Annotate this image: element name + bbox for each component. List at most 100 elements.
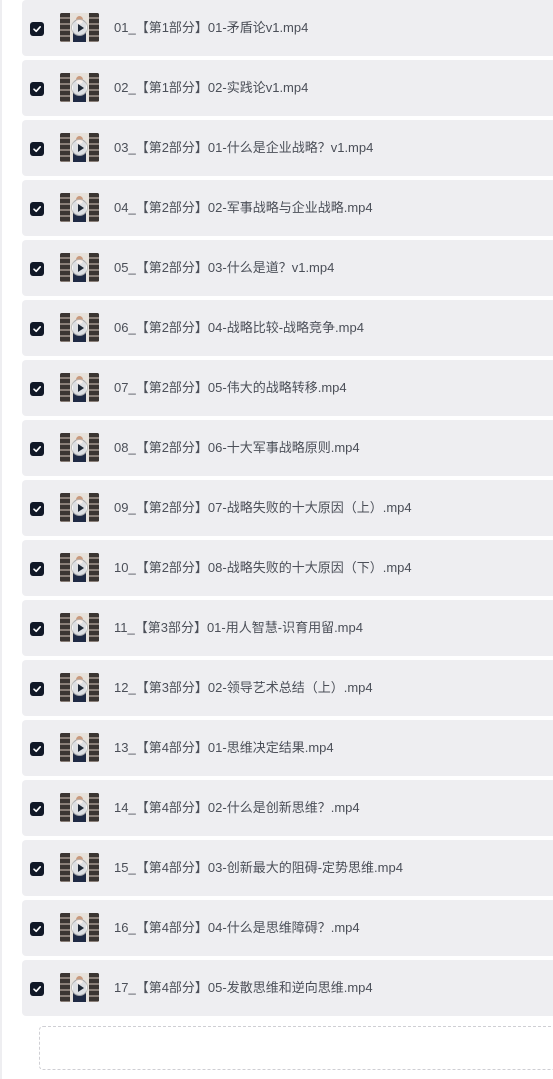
play-icon: [71, 619, 88, 636]
play-icon: [71, 139, 88, 156]
file-row[interactable]: 11_【第3部分】01-用人智慧-识育用留.mp4: [22, 600, 553, 656]
file-name: 14_【第4部分】02-什么是创新思维？.mp4: [114, 800, 360, 815]
file-name: 15_【第4部分】03-创新最大的阻碍-定势思维.mp4: [114, 860, 403, 875]
file-row[interactable]: 02_【第1部分】02-实践论v1.mp4: [22, 60, 553, 116]
play-icon: [71, 19, 88, 36]
checkmark-icon: [33, 326, 41, 333]
file-row[interactable]: 03_【第2部分】01-什么是企业战略？v1.mp4: [22, 120, 553, 176]
play-icon: [71, 919, 88, 936]
file-checkbox[interactable]: [30, 802, 44, 816]
file-name: 06_【第2部分】04-战略比较-战略竞争.mp4: [114, 320, 364, 335]
file-name: 04_【第2部分】02-军事战略与企业战略.mp4: [114, 200, 373, 215]
file-name: 01_【第1部分】01-矛盾论v1.mp4: [114, 20, 309, 35]
video-thumbnail-icon[interactable]: [60, 253, 99, 282]
play-icon: [71, 319, 88, 336]
file-name: 17_【第4部分】05-发散思维和逆向思维.mp4: [114, 980, 373, 995]
video-thumbnail-icon[interactable]: [60, 373, 99, 402]
play-icon: [71, 79, 88, 96]
checkmark-icon: [33, 926, 41, 933]
checkmark-icon: [33, 86, 41, 93]
video-thumbnail-icon[interactable]: [60, 793, 99, 822]
checkmark-icon: [33, 386, 41, 393]
file-row[interactable]: 05_【第2部分】03-什么是道？v1.mp4: [22, 240, 553, 296]
checkmark-icon: [33, 446, 41, 453]
file-checkbox[interactable]: [30, 562, 44, 576]
file-row[interactable]: 13_【第4部分】01-思维决定结果.mp4: [22, 720, 553, 776]
file-name: 11_【第3部分】01-用人智慧-识育用留.mp4: [114, 620, 363, 635]
checkmark-icon: [33, 206, 41, 213]
file-row[interactable]: 04_【第2部分】02-军事战略与企业战略.mp4: [22, 180, 553, 236]
checkmark-icon: [33, 626, 41, 633]
checkmark-icon: [33, 686, 41, 693]
checkmark-icon: [33, 986, 41, 993]
play-icon: [71, 199, 88, 216]
file-checkbox[interactable]: [30, 682, 44, 696]
file-row[interactable]: 14_【第4部分】02-什么是创新思维？.mp4: [22, 780, 553, 836]
file-row[interactable]: 10_【第2部分】08-战略失败的十大原因（下）.mp4: [22, 540, 553, 596]
file-checkbox[interactable]: [30, 322, 44, 336]
video-thumbnail-icon[interactable]: [60, 493, 99, 522]
file-checkbox[interactable]: [30, 502, 44, 516]
file-row[interactable]: 16_【第4部分】04-什么是思维障碍？.mp4: [22, 900, 553, 956]
file-name: 07_【第2部分】05-伟大的战略转移.mp4: [114, 380, 347, 395]
video-thumbnail-icon[interactable]: [60, 313, 99, 342]
file-name: 13_【第4部分】01-思维决定结果.mp4: [114, 740, 334, 755]
file-list: 01_【第1部分】01-矛盾论v1.mp4 02_【第1部分】02-实践论v1.m…: [22, 0, 553, 1020]
file-row[interactable]: 06_【第2部分】04-战略比较-战略竞争.mp4: [22, 300, 553, 356]
file-name: 08_【第2部分】06-十大军事战略原则.mp4: [114, 440, 360, 455]
file-checkbox[interactable]: [30, 262, 44, 276]
file-checkbox[interactable]: [30, 622, 44, 636]
file-checkbox[interactable]: [30, 202, 44, 216]
file-checkbox[interactable]: [30, 382, 44, 396]
checkmark-icon: [33, 266, 41, 273]
video-thumbnail-icon[interactable]: [60, 553, 99, 582]
file-row[interactable]: 08_【第2部分】06-十大军事战略原则.mp4: [22, 420, 553, 476]
checkmark-icon: [33, 26, 41, 33]
video-thumbnail-icon[interactable]: [60, 733, 99, 762]
left-divider: [0, 0, 2, 1079]
file-checkbox[interactable]: [30, 862, 44, 876]
video-thumbnail-icon[interactable]: [60, 853, 99, 882]
file-row[interactable]: 01_【第1部分】01-矛盾论v1.mp4: [22, 0, 553, 56]
play-icon: [71, 859, 88, 876]
file-name: 12_【第3部分】02-领导艺术总结（上）.mp4: [114, 680, 373, 695]
play-icon: [71, 439, 88, 456]
file-name: 05_【第2部分】03-什么是道？v1.mp4: [114, 260, 335, 275]
file-checkbox[interactable]: [30, 442, 44, 456]
video-thumbnail-icon[interactable]: [60, 73, 99, 102]
play-icon: [71, 799, 88, 816]
file-name: 16_【第4部分】04-什么是思维障碍？.mp4: [114, 920, 360, 935]
play-icon: [71, 739, 88, 756]
play-icon: [71, 979, 88, 996]
video-thumbnail-icon[interactable]: [60, 133, 99, 162]
play-icon: [71, 379, 88, 396]
video-thumbnail-icon[interactable]: [60, 673, 99, 702]
file-name: 03_【第2部分】01-什么是企业战略？v1.mp4: [114, 140, 374, 155]
checkmark-icon: [33, 746, 41, 753]
file-checkbox[interactable]: [30, 982, 44, 996]
file-name: 09_【第2部分】07-战略失败的十大原因（上）.mp4: [114, 500, 412, 515]
video-thumbnail-icon[interactable]: [60, 973, 99, 1002]
play-icon: [71, 259, 88, 276]
file-row[interactable]: 15_【第4部分】03-创新最大的阻碍-定势思维.mp4: [22, 840, 553, 896]
file-checkbox[interactable]: [30, 922, 44, 936]
video-thumbnail-icon[interactable]: [60, 433, 99, 462]
upload-dropzone[interactable]: [39, 1026, 553, 1070]
file-name: 02_【第1部分】02-实践论v1.mp4: [114, 80, 309, 95]
file-row[interactable]: 07_【第2部分】05-伟大的战略转移.mp4: [22, 360, 553, 416]
video-thumbnail-icon[interactable]: [60, 13, 99, 42]
video-thumbnail-icon[interactable]: [60, 193, 99, 222]
play-icon: [71, 679, 88, 696]
file-row[interactable]: 12_【第3部分】02-领导艺术总结（上）.mp4: [22, 660, 553, 716]
checkmark-icon: [33, 506, 41, 513]
file-name: 10_【第2部分】08-战略失败的十大原因（下）.mp4: [114, 560, 412, 575]
file-checkbox[interactable]: [30, 22, 44, 36]
play-icon: [71, 499, 88, 516]
file-checkbox[interactable]: [30, 742, 44, 756]
file-row[interactable]: 17_【第4部分】05-发散思维和逆向思维.mp4: [22, 960, 553, 1016]
file-checkbox[interactable]: [30, 82, 44, 96]
video-thumbnail-icon[interactable]: [60, 613, 99, 642]
file-row[interactable]: 09_【第2部分】07-战略失败的十大原因（上）.mp4: [22, 480, 553, 536]
video-thumbnail-icon[interactable]: [60, 913, 99, 942]
file-checkbox[interactable]: [30, 142, 44, 156]
